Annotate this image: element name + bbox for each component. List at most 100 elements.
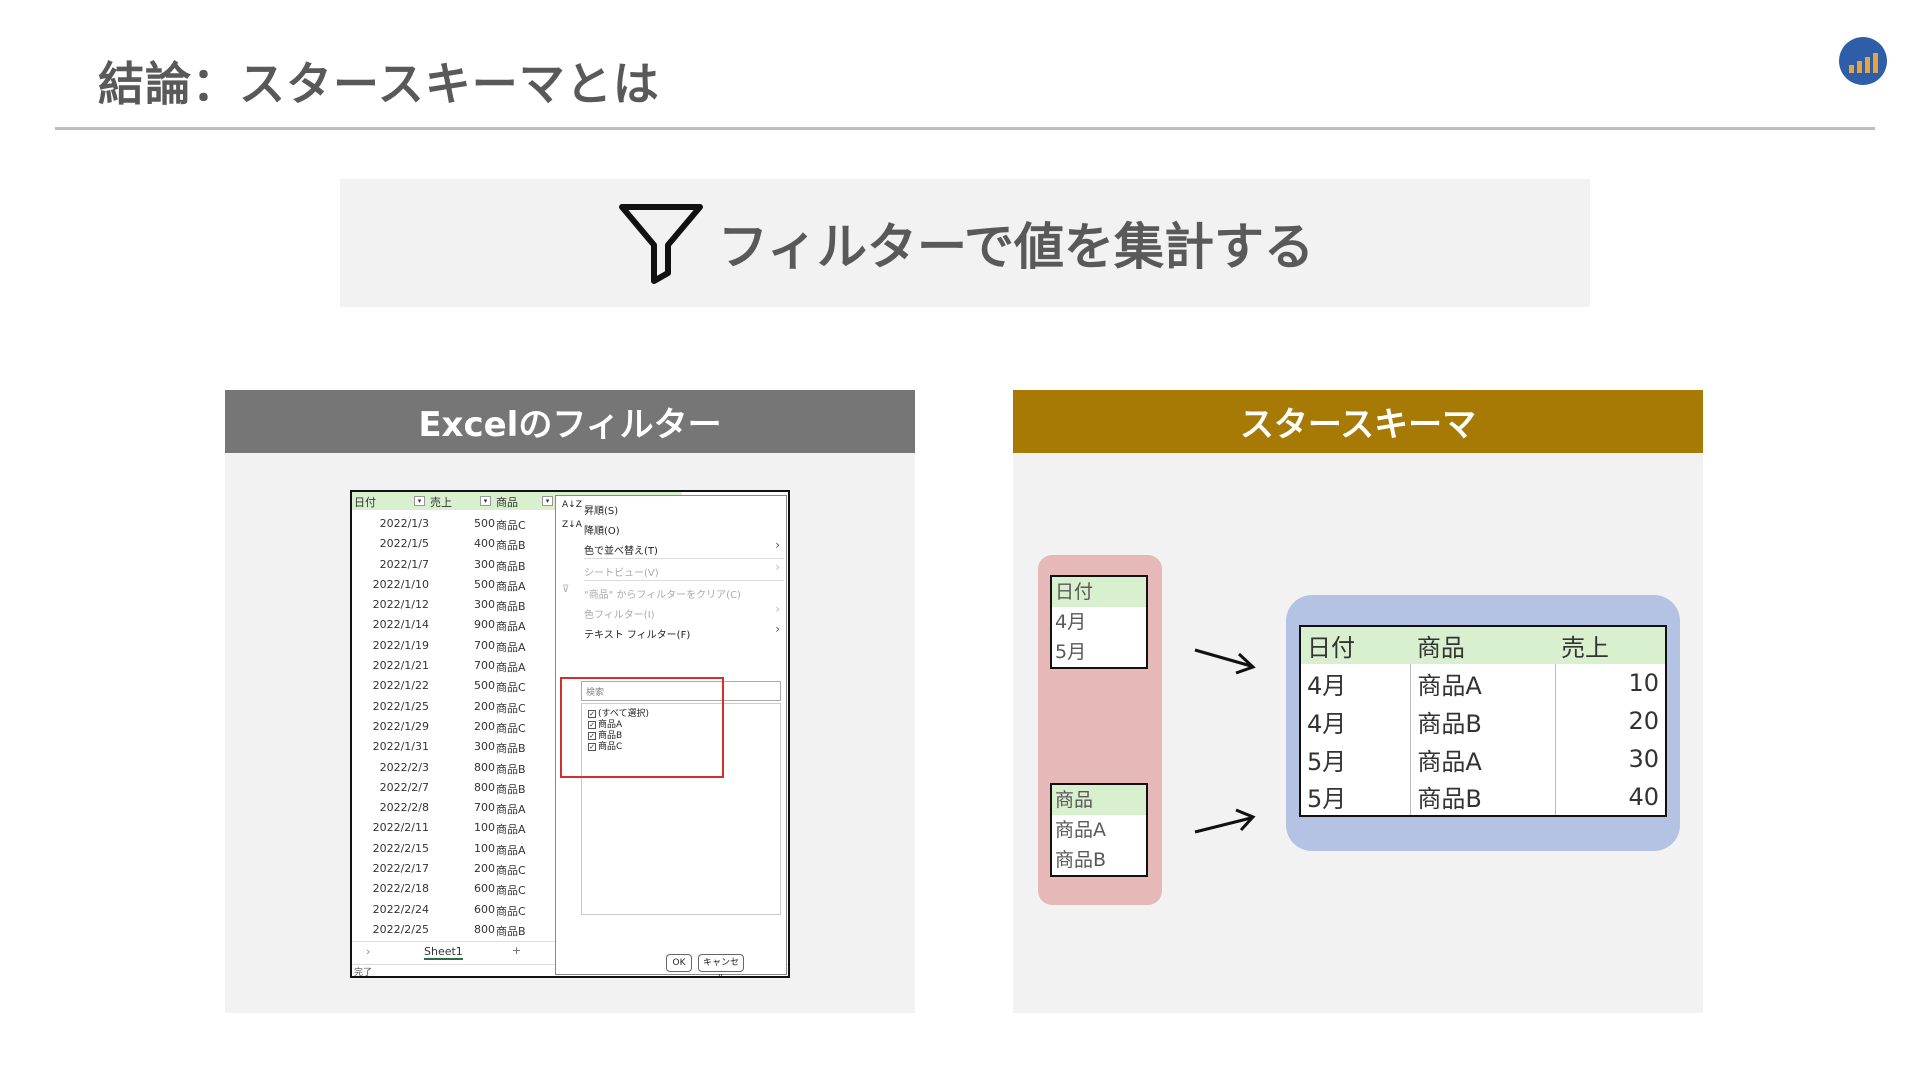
table-row: 2022/2/24 600 商品C xyxy=(352,900,557,920)
table-row: 2022/2/15 100 商品A xyxy=(352,839,557,859)
table-row: 5月 商品B 40 xyxy=(1300,778,1666,816)
table-row: 2022/1/21 700 商品A xyxy=(352,656,557,676)
excel-cell-date: 2022/2/7 xyxy=(379,780,429,794)
excel-cell-product: 商品C xyxy=(496,884,526,898)
excel-cell-sales: 600 xyxy=(474,882,495,896)
fact-cell-date: 4月 xyxy=(1307,671,1347,700)
arrow-right-icon xyxy=(1194,648,1256,675)
column-header-product: 商品 xyxy=(496,496,518,509)
product-filter-dropdown[interactable]: ▾ xyxy=(542,496,553,506)
excel-cell-date: 2022/1/22 xyxy=(372,679,429,693)
excel-cell-product: 商品A xyxy=(496,823,526,837)
table-row: 2022/1/22 500 商品C xyxy=(352,676,557,696)
excel-cell-date: 2022/1/10 xyxy=(372,577,429,591)
menu-text-filter[interactable]: テキスト フィルター(F) xyxy=(584,626,690,641)
fact-cell-product: 商品A xyxy=(1410,740,1556,778)
status-text: 完了 xyxy=(354,968,373,978)
excel-filter-panel: Excelのフィルター 日付 ▾ 売上 ▾ 商品 ▾ 2022/1/3 500 商品… xyxy=(225,390,915,1013)
excel-cell-product: 商品A xyxy=(496,620,526,634)
menu-sort-color[interactable]: 色で並べ替え(T) xyxy=(584,542,658,557)
menu-color-filter[interactable]: 色フィルター(I) xyxy=(584,606,655,621)
excel-cell-date: 2022/2/17 xyxy=(372,862,429,876)
banner: フィルターで値を集計する xyxy=(340,179,1590,307)
excel-cell-sales: 700 xyxy=(474,659,495,673)
excel-cell-sales: 500 xyxy=(474,679,495,693)
fact-header-row: 日付 商品 売上 xyxy=(1300,626,1666,664)
table-row: 4月 商品A 10 xyxy=(1300,664,1666,702)
excel-cell-date: 2022/1/31 xyxy=(372,740,429,754)
excel-cell-sales: 800 xyxy=(474,760,495,774)
menu-sort-asc[interactable]: 昇順(S) xyxy=(584,502,618,517)
fact-table-group: 日付 商品 売上 4月 商品A 10 4月 商品B 20 5月 商品A 30 5月 商品B 40 xyxy=(1286,595,1680,851)
excel-cell-date: 2022/1/5 xyxy=(379,537,429,551)
chevron-right-icon: › xyxy=(775,602,780,616)
ok-button[interactable]: OK xyxy=(666,954,692,972)
excel-cell-product: 商品A xyxy=(496,661,526,675)
title-divider xyxy=(55,127,1875,130)
add-sheet-button[interactable]: + xyxy=(512,944,521,957)
excel-cell-sales: 800 xyxy=(474,922,495,936)
excel-cell-sales: 900 xyxy=(474,618,495,632)
table-row: 2022/2/17 200 商品C xyxy=(352,859,557,879)
excel-cell-product: 商品C xyxy=(496,701,526,715)
product-dimension-table: 商品 商品A 商品B xyxy=(1050,783,1148,877)
fact-cell-sales: 10 xyxy=(1554,664,1666,702)
excel-cell-date: 2022/2/25 xyxy=(372,922,429,936)
excel-cell-date: 2022/2/15 xyxy=(372,841,429,855)
date-dimension-table: 日付 4月 5月 xyxy=(1050,575,1148,669)
sheet-tab-bar: › Sheet1 + xyxy=(352,941,557,963)
fact-header-sales: 売上 xyxy=(1555,626,1666,664)
date-dimension-value: 5月 xyxy=(1055,641,1087,663)
excel-cell-sales: 100 xyxy=(474,821,495,835)
menu-sheet-view[interactable]: シートビュー(V) xyxy=(584,564,659,579)
menu-sort-desc[interactable]: 降順(O) xyxy=(584,522,620,537)
table-row: 2022/2/7 800 商品B xyxy=(352,778,557,798)
excel-cell-product: 商品B xyxy=(496,600,526,614)
fact-cell-date: 5月 xyxy=(1307,785,1347,813)
excel-cell-date: 2022/1/29 xyxy=(372,719,429,733)
excel-data-rows: 2022/1/3 500 商品C 2022/1/5 400 商品B 2022/1/7 300 商… xyxy=(352,514,557,940)
cancel-button[interactable]: キャンセル xyxy=(698,954,744,976)
column-header-sales: 売上 xyxy=(430,496,452,509)
excel-cell-product: 商品B xyxy=(496,924,526,938)
excel-cell-sales: 300 xyxy=(474,740,495,754)
excel-cell-date: 2022/2/24 xyxy=(372,902,429,916)
table-row: 4月 商品B 20 xyxy=(1300,702,1666,740)
excel-cell-product: 商品A xyxy=(496,579,526,593)
fact-cell-product: 商品B xyxy=(1410,778,1556,816)
excel-cell-product: 商品C xyxy=(496,519,526,532)
table-row: 2022/2/25 800 商品B xyxy=(352,920,557,940)
excel-cell-sales: 800 xyxy=(474,780,495,794)
column-header-date: 日付 xyxy=(354,496,376,509)
table-row: 2022/1/12 300 商品B xyxy=(352,595,557,615)
excel-cell-sales: 700 xyxy=(474,801,495,815)
excel-cell-date: 2022/1/7 xyxy=(379,557,429,571)
clear-filter-icon: ⊽ xyxy=(562,584,570,595)
excel-cell-date: 2022/2/18 xyxy=(372,882,429,896)
star-schema-panel: スタースキーマ 日付 4月 5月 商品 商品A 商品B 日付 商品 売上 4月 … xyxy=(1013,390,1703,1013)
excel-cell-sales: 200 xyxy=(474,719,495,733)
excel-cell-product: 商品B xyxy=(496,742,526,756)
date-filter-dropdown[interactable]: ▾ xyxy=(414,496,425,506)
sort-asc-icon: A↓Z xyxy=(562,500,582,510)
excel-cell-sales: 500 xyxy=(474,577,495,591)
excel-cell-product: 商品C xyxy=(496,864,526,878)
sales-filter-dropdown[interactable]: ▾ xyxy=(480,496,491,506)
menu-clear-filter[interactable]: "商品" からフィルターをクリア(C) xyxy=(584,586,741,601)
excel-cell-sales: 700 xyxy=(474,638,495,652)
fact-header-product: 商品 xyxy=(1410,626,1556,664)
table-row: 2022/2/3 800 商品B xyxy=(352,758,557,778)
chevron-right-icon[interactable]: › xyxy=(366,945,370,958)
table-row: 2022/1/29 200 商品C xyxy=(352,717,557,737)
highlight-box xyxy=(560,677,724,778)
table-row: 2022/1/19 700 商品A xyxy=(352,636,557,656)
table-row: 2022/2/11 100 商品A xyxy=(352,818,557,838)
chevron-right-icon: › xyxy=(775,538,780,552)
excel-cell-product: 商品B xyxy=(496,782,526,796)
page-title: 結論：スタースキーマとは xyxy=(98,57,660,111)
arrow-right-icon xyxy=(1194,808,1256,834)
sheet-tab[interactable]: Sheet1 xyxy=(424,945,463,960)
sort-desc-icon: Z↓A xyxy=(562,520,582,530)
excel-cell-date: 2022/1/21 xyxy=(372,659,429,673)
table-row: 2022/1/3 500 商品C xyxy=(352,514,557,534)
